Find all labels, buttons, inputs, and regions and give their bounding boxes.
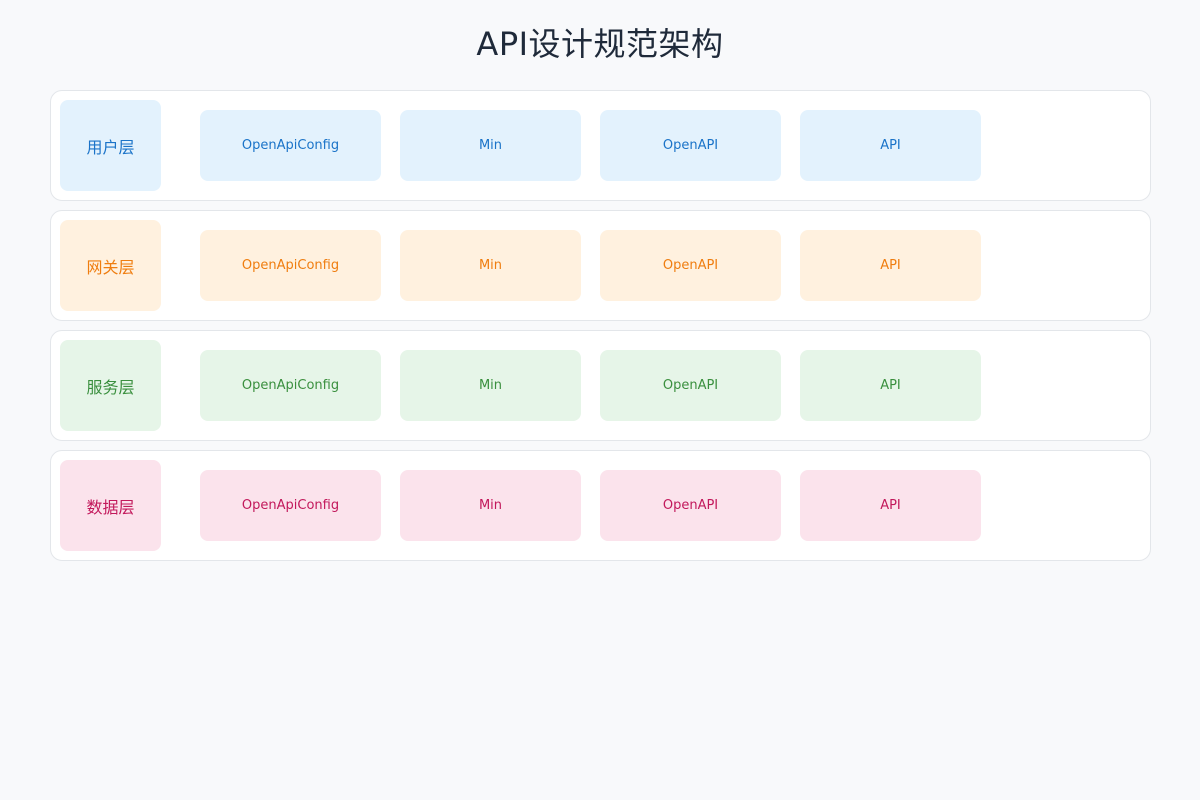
- module-box: Min: [400, 350, 581, 421]
- page-title: API设计规范架构: [476, 25, 724, 63]
- layer-row-user: 用户层 OpenApiConfig Min OpenAPI API: [50, 90, 1151, 201]
- layer-stack: 用户层 OpenApiConfig Min OpenAPI API 网关层 Op…: [50, 90, 1151, 570]
- module-box: OpenAPI: [600, 470, 781, 541]
- module-box: API: [800, 350, 981, 421]
- module-box: API: [800, 470, 981, 541]
- layer-label: 用户层: [60, 100, 161, 191]
- module-box: OpenAPI: [600, 350, 781, 421]
- module-box: OpenAPI: [600, 230, 781, 301]
- layer-row-gateway: 网关层 OpenApiConfig Min OpenAPI API: [50, 210, 1151, 321]
- layer-row-data: 数据层 OpenApiConfig Min OpenAPI API: [50, 450, 1151, 561]
- module-box: OpenApiConfig: [200, 470, 381, 541]
- layer-label: 网关层: [60, 220, 161, 311]
- module-box: Min: [400, 230, 581, 301]
- layer-label: 服务层: [60, 340, 161, 431]
- module-box: OpenApiConfig: [200, 110, 381, 181]
- module-box: Min: [400, 110, 581, 181]
- module-box: API: [800, 110, 981, 181]
- module-box: OpenApiConfig: [200, 230, 381, 301]
- layer-row-service: 服务层 OpenApiConfig Min OpenAPI API: [50, 330, 1151, 441]
- layer-label: 数据层: [60, 460, 161, 551]
- module-box: Min: [400, 470, 581, 541]
- module-box: API: [800, 230, 981, 301]
- module-box: OpenAPI: [600, 110, 781, 181]
- module-box: OpenApiConfig: [200, 350, 381, 421]
